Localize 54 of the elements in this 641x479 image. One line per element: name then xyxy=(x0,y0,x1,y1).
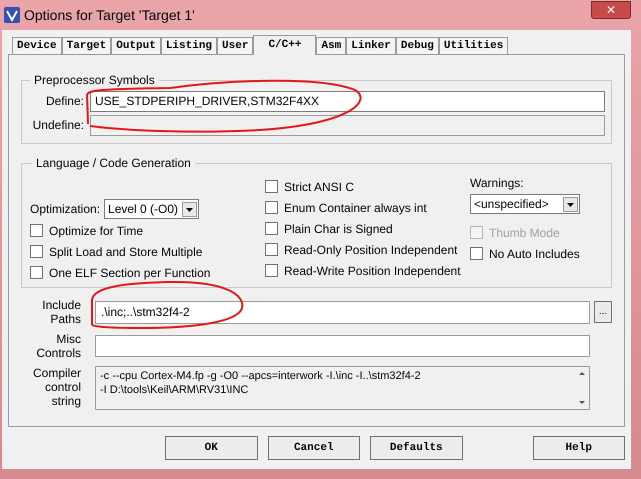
checkbox-label: No Auto Includes xyxy=(489,246,580,262)
dropdown[interactable]: Level 0 (-O0) xyxy=(104,199,200,219)
define-field[interactable]: USE_STDPERIPH_DRIVER,STM32F4XX xyxy=(90,90,605,112)
checkbox[interactable] xyxy=(265,243,278,256)
tab[interactable]: Asm xyxy=(316,37,346,54)
tab[interactable]: Utilities xyxy=(438,37,508,54)
compiler-string-line: -c --cpu Cortex-M4.fp -g -O0 --apcs=interwork -I.\inc -I..\stm32f4-2 xyxy=(100,369,422,383)
misc-controls-field[interactable] xyxy=(95,335,590,357)
checkbox-label: One ELF Section per Function xyxy=(49,264,210,282)
field-label: Define: xyxy=(44,93,85,110)
checkbox[interactable] xyxy=(265,180,278,193)
include-paths-field[interactable]: .\inc;..\stm32f4-2 xyxy=(95,300,590,324)
tab[interactable]: C/C++ xyxy=(253,35,316,55)
app-icon xyxy=(4,7,20,23)
group-title: Preprocessor Symbols xyxy=(33,72,156,89)
group-title: Language / Code Generation xyxy=(35,155,192,172)
window-title: Options for Target 'Target 1' xyxy=(24,6,195,25)
field-label: Optimization: xyxy=(30,201,100,218)
tab[interactable]: Listing xyxy=(160,37,218,54)
tab[interactable]: Debug xyxy=(396,37,439,54)
checkbox-label: Optimize for Time xyxy=(49,222,144,240)
tab[interactable]: Device xyxy=(12,37,62,54)
checkbox[interactable] xyxy=(30,224,43,237)
dropdown[interactable]: <unspecified> xyxy=(470,194,580,214)
checkbox[interactable] xyxy=(265,201,278,214)
checkbox-label: Enum Container always int xyxy=(284,200,427,216)
checkbox-label: Read-Write Position Independent xyxy=(284,262,461,280)
checkbox-label: Plain Char is Signed xyxy=(284,220,393,238)
checkbox[interactable] xyxy=(265,264,278,277)
checkbox-label: Read-Only Position Independent xyxy=(284,242,458,258)
field-label: Warnings: xyxy=(470,175,525,192)
checkbox[interactable] xyxy=(470,247,483,260)
dialog-button[interactable]: Defaults xyxy=(370,436,462,460)
field-label: Include Paths xyxy=(41,298,82,326)
checkbox-label: Strict ANSI C xyxy=(284,178,354,196)
field-label: Compiler control string xyxy=(32,366,82,408)
checkbox[interactable] xyxy=(30,245,43,258)
checkbox[interactable] xyxy=(30,266,43,279)
checkbox[interactable] xyxy=(265,222,278,235)
field-label: Misc Controls xyxy=(35,332,82,360)
browse-button[interactable]: ... xyxy=(594,301,612,323)
dialog-button[interactable]: Help xyxy=(532,436,625,460)
tab[interactable]: Output xyxy=(111,37,161,54)
tab[interactable]: Target xyxy=(62,37,112,54)
tab[interactable]: Linker xyxy=(346,37,396,54)
checkbox-label: Thumb Mode xyxy=(489,224,560,242)
tab[interactable]: User xyxy=(217,37,254,54)
dialog-button[interactable]: OK xyxy=(165,436,258,460)
checkbox-label: Split Load and Store Multiple xyxy=(49,244,202,260)
compiler-string-line: -I D:\tools\Keil\ARM\RV31\INC xyxy=(100,383,250,397)
field-label: Undefine: xyxy=(32,117,85,134)
close-button[interactable]: ✕ xyxy=(591,1,631,19)
undefine-field[interactable] xyxy=(90,114,605,136)
dialog-button[interactable]: Cancel xyxy=(268,436,360,460)
